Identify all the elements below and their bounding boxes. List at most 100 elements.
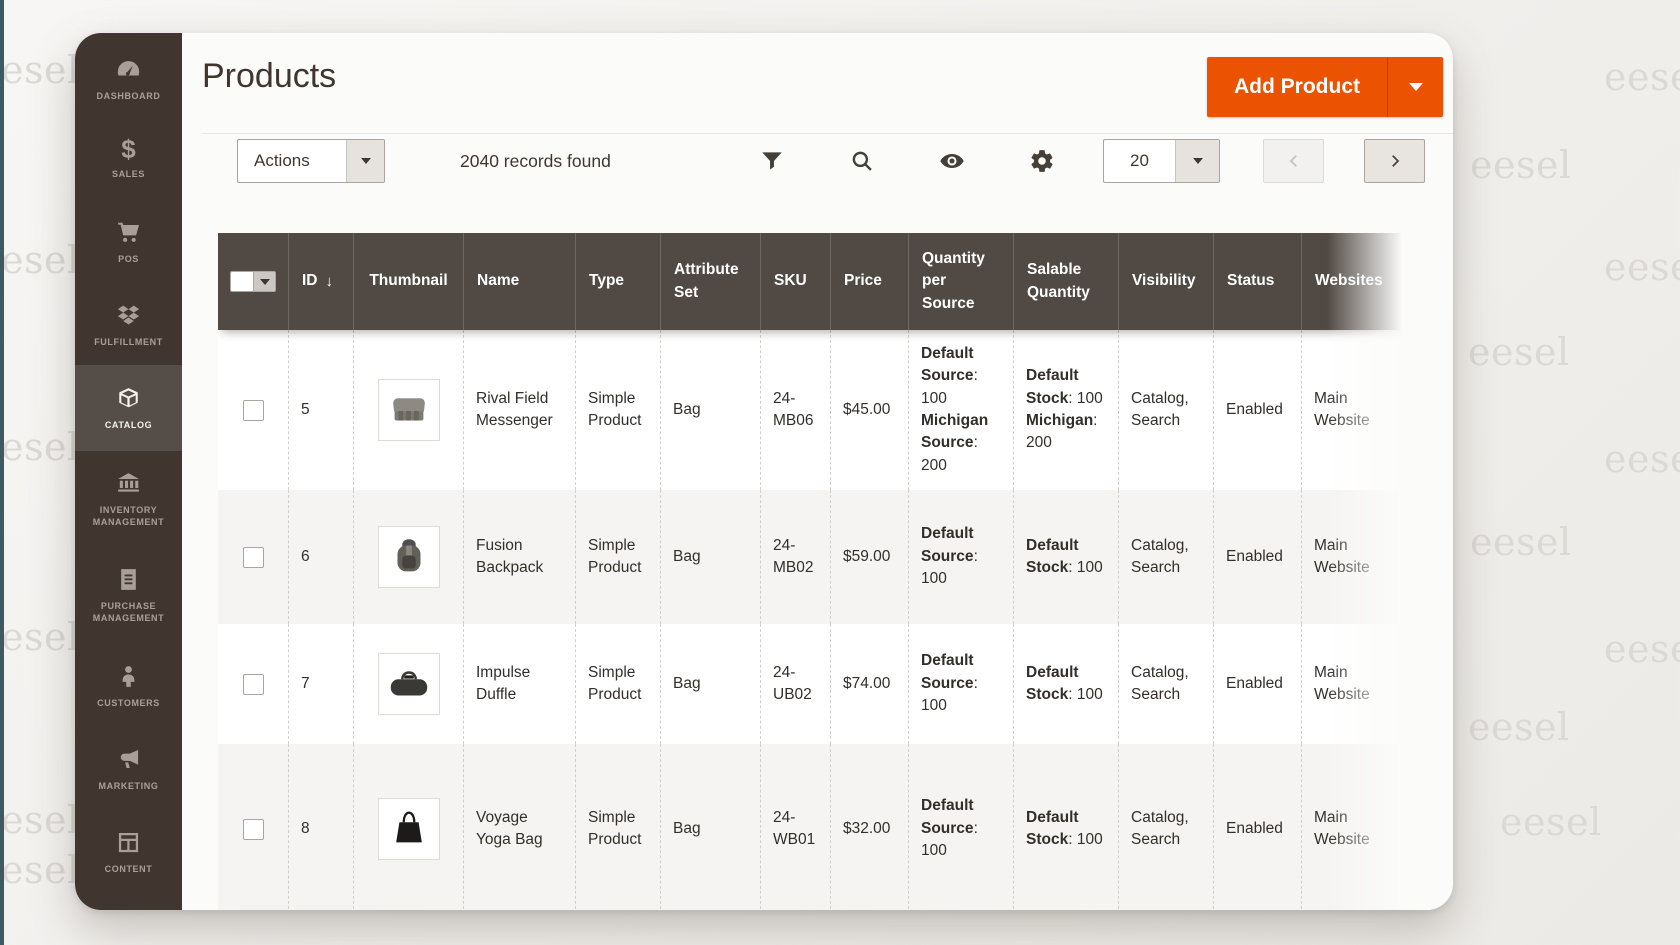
product-visibility-cell: Catalog, Search <box>1118 490 1213 624</box>
select-all-options-toggle[interactable] <box>254 271 276 292</box>
product-sku-cell: 24-WB01 <box>760 744 830 910</box>
watermark-text: eesel <box>1604 55 1680 99</box>
column-header-label: Salable Quantity <box>1027 259 1105 304</box>
product-price-cell: $59.00 <box>830 490 908 624</box>
page-size-toggle[interactable] <box>1175 140 1219 182</box>
product-name-cell: Fusion Backpack <box>463 490 575 624</box>
fulfillment-icon <box>115 302 142 329</box>
product-qty-per-source-cell: Default Source: 100Michigan Source: 200 <box>908 330 1013 490</box>
column-header-thumbnail[interactable]: Thumbnail <box>353 233 463 330</box>
product-sku-cell: 24-UB02 <box>760 624 830 744</box>
column-header-label: Thumbnail <box>369 270 447 292</box>
sidebar-item-label: DASHBOARD <box>97 91 161 103</box>
window-edge-strip <box>0 0 4 945</box>
column-header-sku[interactable]: SKU <box>760 233 830 330</box>
row-select-cell <box>218 490 288 624</box>
row-checkbox[interactable] <box>243 819 264 840</box>
product-salable-quantity-cell: Default Stock: 100 <box>1013 744 1118 910</box>
watermark-text: eesel <box>0 798 80 842</box>
sidebar-item-pos[interactable]: POS <box>75 199 182 285</box>
product-visibility-cell: Catalog, Search <box>1118 330 1213 490</box>
product-attribute-set-cell: Bag <box>660 330 760 490</box>
sidebar-item-label: CONTENT <box>105 864 153 876</box>
sidebar-item-customers[interactable]: CUSTOMERS <box>75 643 182 729</box>
row-checkbox[interactable] <box>243 547 264 568</box>
column-header-type[interactable]: Type <box>575 233 660 330</box>
row-checkbox[interactable] <box>243 674 264 695</box>
sidebar-item-inventory[interactable]: INVENTORY MANAGEMENT <box>75 451 182 547</box>
actions-dropdown[interactable]: Actions <box>237 139 385 183</box>
filter-funnel-icon[interactable] <box>757 146 787 176</box>
add-product-toggle-button[interactable] <box>1387 57 1443 117</box>
product-thumbnail-tote[interactable] <box>378 798 440 860</box>
admin-sidebar: DASHBOARD $SALESPOSFULFILLMENTCATALOGINVE… <box>75 33 182 910</box>
add-product-button[interactable]: Add Product <box>1207 57 1387 117</box>
watermark-text: eesel <box>0 615 80 659</box>
search-icon[interactable] <box>847 146 877 176</box>
sidebar-item-dashboard[interactable]: DASHBOARD <box>75 39 182 119</box>
product-attribute-set-cell: Bag <box>660 490 760 624</box>
grid-toolbar: Actions 2040 records found 20 <box>182 139 1453 183</box>
product-price-cell: $74.00 <box>830 624 908 744</box>
product-id-cell: 6 <box>288 490 353 624</box>
product-websites-cell: Main Website <box>1301 330 1365 490</box>
row-select-cell <box>218 624 288 744</box>
product-row-6[interactable]: 6Fusion BackpackSimple ProductBag24-MB02… <box>218 490 1431 624</box>
megaphone-icon <box>115 746 142 773</box>
product-row-7[interactable]: 7Impulse DuffleSimple ProductBag24-UB02$… <box>218 624 1431 744</box>
product-thumbnail-messenger-bag[interactable] <box>378 379 440 441</box>
layout-icon <box>115 829 142 856</box>
gear-icon[interactable] <box>1027 146 1057 176</box>
select-all-control[interactable] <box>230 271 276 292</box>
sidebar-item-purchase[interactable]: PURCHASE MANAGEMENT <box>75 547 182 643</box>
column-header-visibility[interactable]: Visibility <box>1118 233 1213 330</box>
column-header-attribute_set[interactable]: Attribute Set <box>660 233 760 330</box>
product-thumbnail-cell <box>353 744 463 910</box>
product-attribute-set-cell: Bag <box>660 744 760 910</box>
row-checkbox[interactable] <box>243 400 264 421</box>
column-header-websites[interactable]: Websites <box>1301 233 1365 330</box>
product-type-cell: Simple Product <box>575 490 660 624</box>
previous-page-button[interactable] <box>1263 139 1324 183</box>
product-thumbnail-duffle[interactable] <box>378 653 440 715</box>
page-size-dropdown[interactable]: 20 <box>1103 139 1220 183</box>
watermark-text: eesel <box>1468 705 1570 749</box>
sidebar-item-content[interactable]: CONTENT <box>75 809 182 895</box>
sidebar-item-sales[interactable]: $SALES <box>75 119 182 199</box>
grid-header-row: ID↓ Thumbnail NameTypeAttribute Set SKU Pric… <box>218 233 1431 330</box>
column-header-status[interactable]: Status <box>1213 233 1301 330</box>
select-all-header-cell <box>218 233 288 330</box>
column-header-label: Quantity per Source <box>922 248 1000 315</box>
chevron-left-icon <box>1285 152 1303 170</box>
watermark-text: eesel <box>0 425 80 469</box>
column-header-qty_per_source[interactable]: Quantity per Source <box>908 233 1013 330</box>
page-title: Products <box>202 57 336 96</box>
product-row-5[interactable]: 5Rival Field MessengerSimple ProductBag2… <box>218 330 1431 490</box>
watermark-text: eesel <box>1500 800 1602 844</box>
watermark-text: eesel <box>0 48 80 92</box>
sidebar-item-marketing[interactable]: MARKETING <box>75 729 182 809</box>
column-header-name[interactable]: Name <box>463 233 575 330</box>
product-salable-quantity-cell: Default Stock: 100 <box>1013 624 1118 744</box>
watermark-text: eesel <box>0 848 80 892</box>
product-thumbnail-backpack[interactable] <box>378 526 440 588</box>
column-header-price[interactable]: Price <box>830 233 908 330</box>
product-row-8[interactable]: 8Voyage Yoga BagSimple ProductBag24-WB01… <box>218 744 1431 910</box>
sidebar-item-fulfillment[interactable]: FULFILLMENT <box>75 285 182 365</box>
add-product-split-button[interactable]: Add Product <box>1207 57 1443 117</box>
product-name-cell: Impulse Duffle <box>463 624 575 744</box>
sidebar-item-catalog[interactable]: CATALOG <box>75 365 182 451</box>
actions-dropdown-toggle[interactable] <box>346 140 384 182</box>
eye-icon[interactable] <box>937 146 967 176</box>
product-id-cell: 8 <box>288 744 353 910</box>
select-all-checkbox[interactable] <box>230 271 254 292</box>
product-id-cell: 5 <box>288 330 353 490</box>
product-status-cell: Enabled <box>1213 490 1301 624</box>
column-header-salable_quantity[interactable]: Salable Quantity <box>1013 233 1118 330</box>
chevron-down-icon <box>1193 158 1203 164</box>
column-header-id[interactable]: ID↓ <box>288 233 353 330</box>
next-page-button[interactable] <box>1364 139 1425 183</box>
dashboard-icon <box>115 56 142 83</box>
column-header-label: SKU <box>774 270 807 292</box>
product-salable-quantity-cell: Default Stock: 100 <box>1013 490 1118 624</box>
